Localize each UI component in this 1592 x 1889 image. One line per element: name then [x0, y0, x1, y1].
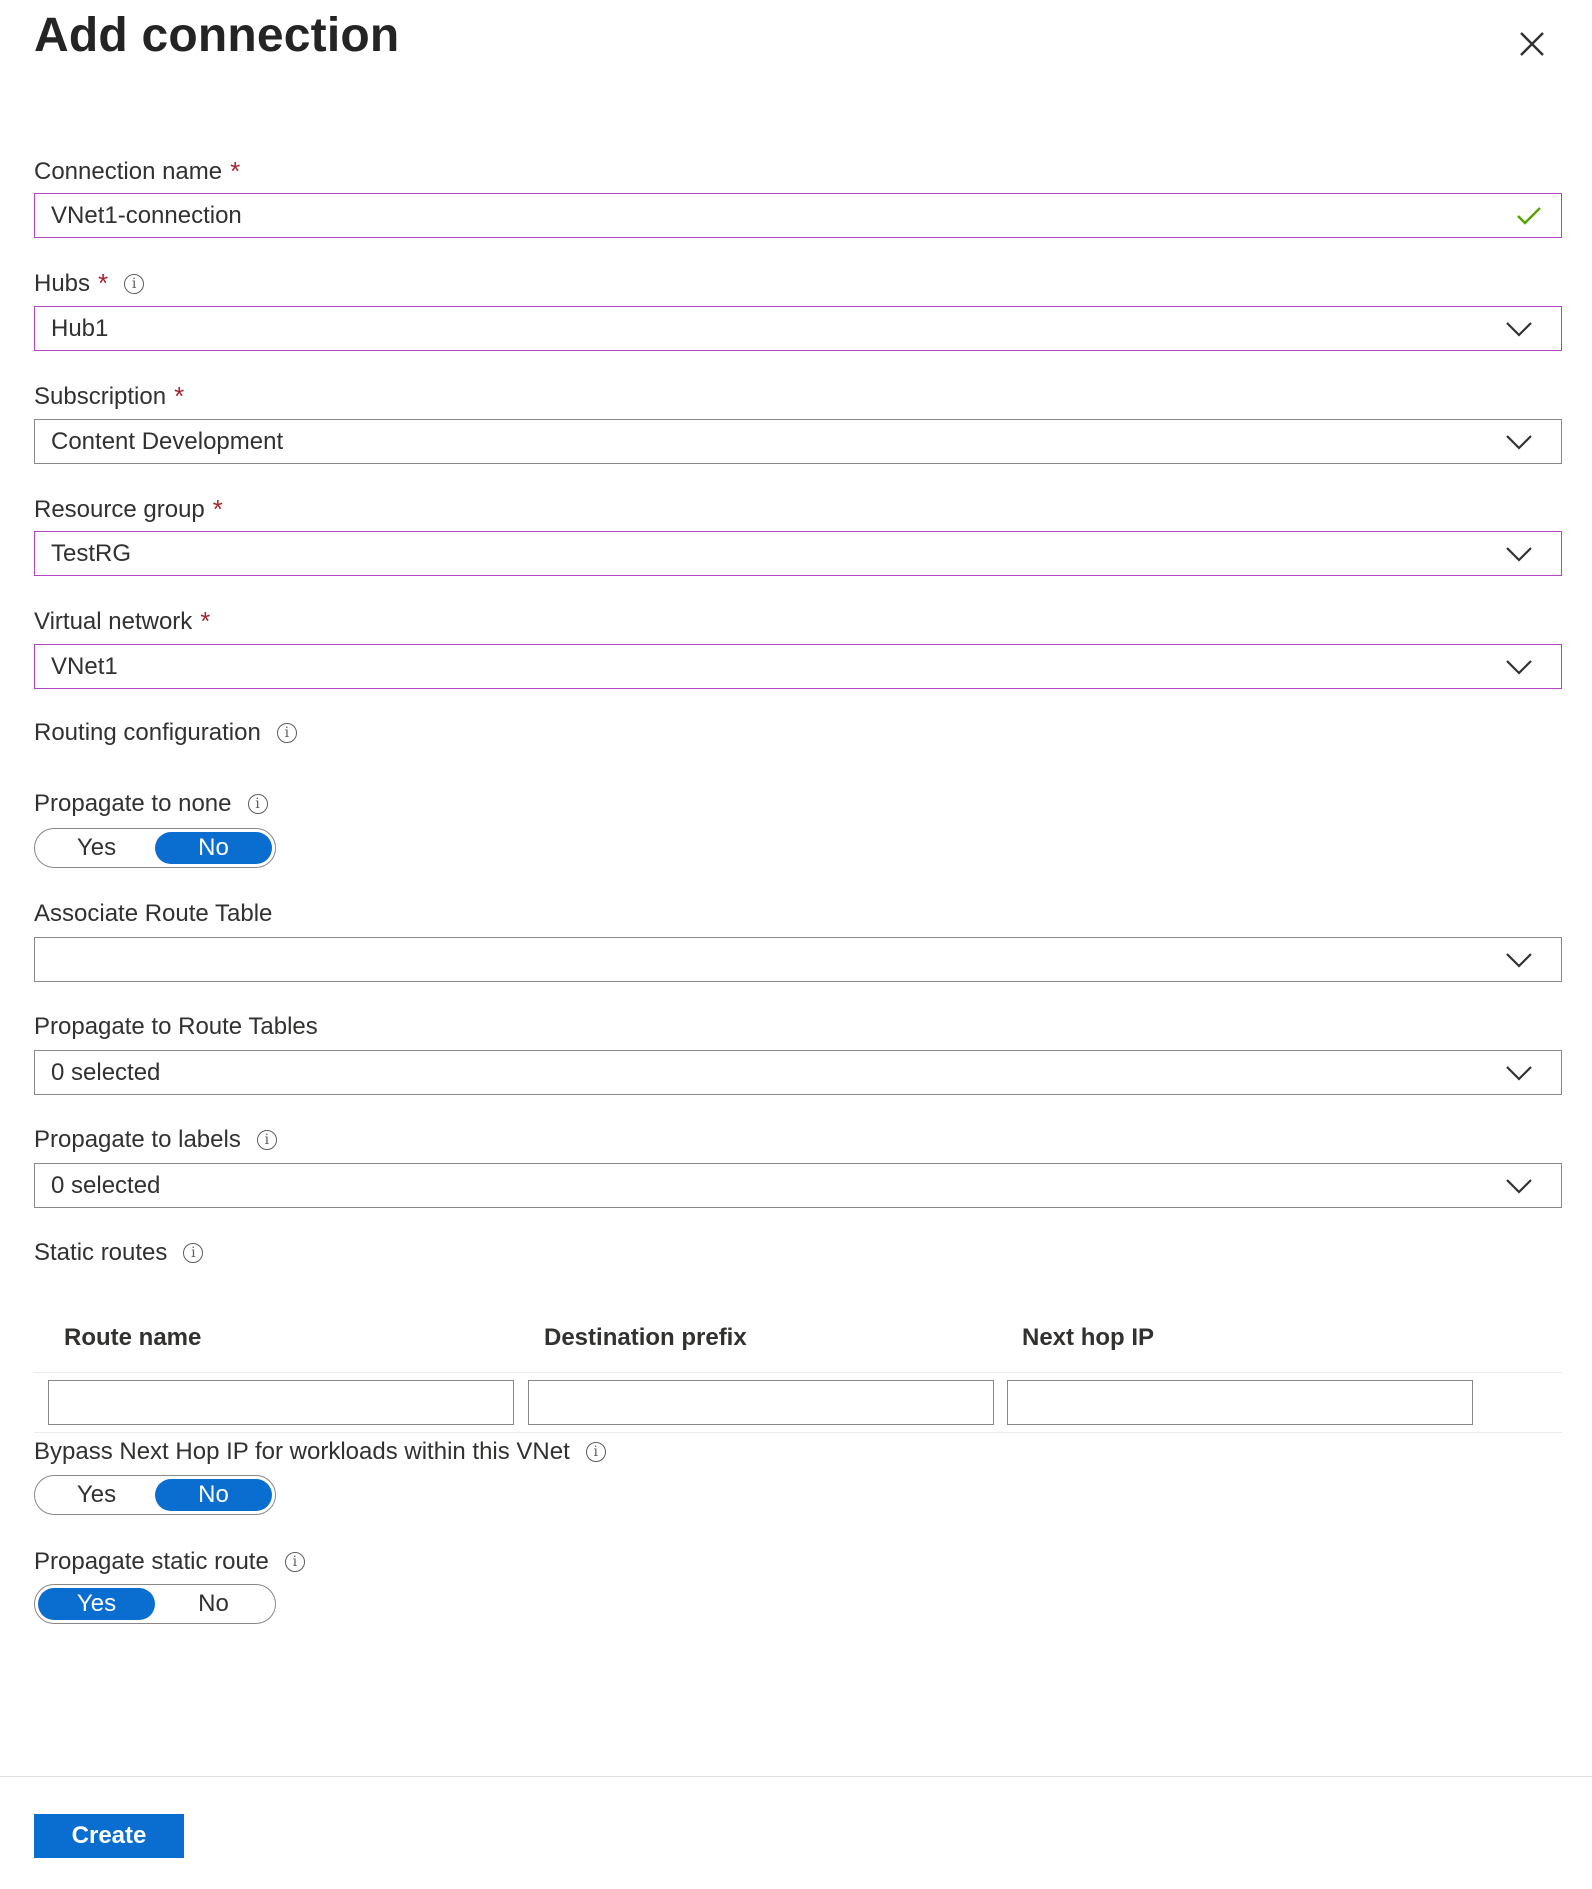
chevron-down-icon: [1505, 1178, 1533, 1194]
chevron-down-icon: [1505, 952, 1533, 968]
propagate-labels-value: 0 selected: [51, 1171, 161, 1199]
virtual-network-dropdown[interactable]: VNet1: [34, 644, 1562, 689]
table-divider: [34, 1432, 1562, 1433]
required-marker: *: [98, 268, 109, 298]
route-name-input[interactable]: [48, 1380, 514, 1425]
propagate-labels-label: Propagate to labels i: [34, 1126, 277, 1154]
chevron-down-icon: [1505, 321, 1533, 337]
resource-group-dropdown[interactable]: TestRG: [34, 531, 1562, 576]
info-icon[interactable]: i: [585, 1442, 606, 1462]
connection-name-value: VNet1-connection: [51, 201, 242, 229]
connection-name-input[interactable]: VNet1-connection: [34, 193, 1562, 238]
chevron-down-icon: [1505, 1065, 1533, 1081]
propagate-route-tables-label: Propagate to Route Tables: [34, 1013, 318, 1041]
associate-route-table-label-text: Associate Route Table: [34, 900, 273, 927]
associate-route-table-dropdown[interactable]: [34, 937, 1562, 982]
required-marker: *: [230, 156, 241, 186]
info-icon[interactable]: i: [284, 1552, 305, 1572]
bypass-next-hop-label: Bypass Next Hop IP for workloads within …: [34, 1438, 606, 1466]
bypass-yes[interactable]: Yes: [38, 1479, 155, 1511]
page-title: Add connection: [34, 9, 400, 62]
static-routes-heading: Static routes i: [34, 1239, 204, 1267]
connection-name-label: Connection name *: [34, 156, 240, 187]
propagate-static-no[interactable]: No: [155, 1588, 272, 1620]
propagate-none-no[interactable]: No: [155, 832, 272, 864]
connection-name-label-text: Connection name: [34, 157, 223, 185]
propagate-none-yes[interactable]: Yes: [38, 832, 155, 864]
propagate-none-label: Propagate to none i: [34, 790, 268, 818]
info-icon[interactable]: i: [183, 1243, 204, 1263]
propagate-static-yes[interactable]: Yes: [38, 1588, 155, 1620]
required-marker: *: [174, 381, 185, 411]
propagate-route-tables-dropdown[interactable]: 0 selected: [34, 1050, 1562, 1095]
info-icon[interactable]: i: [256, 1130, 277, 1150]
info-icon[interactable]: i: [247, 794, 268, 814]
subscription-label: Subscription *: [34, 381, 184, 412]
associate-route-table-label: Associate Route Table: [34, 900, 272, 928]
propagate-none-label-text: Propagate to none: [34, 790, 232, 817]
static-routes-text: Static routes: [34, 1239, 168, 1266]
hubs-value: Hub1: [51, 314, 109, 342]
virtual-network-label-text: Virtual network: [34, 607, 193, 635]
propagate-static-route-label-text: Propagate static route: [34, 1548, 269, 1575]
subscription-label-text: Subscription: [34, 382, 167, 410]
virtual-network-value: VNet1: [51, 652, 118, 680]
close-icon: [1520, 32, 1544, 56]
virtual-network-label: Virtual network *: [34, 606, 210, 637]
propagate-labels-dropdown[interactable]: 0 selected: [34, 1163, 1562, 1208]
chevron-down-icon: [1505, 434, 1533, 450]
subscription-dropdown[interactable]: Content Development: [34, 419, 1562, 464]
close-button[interactable]: [1512, 24, 1552, 64]
hubs-label-text: Hubs: [34, 269, 91, 297]
routing-configuration-text: Routing configuration: [34, 719, 261, 746]
subscription-value: Content Development: [51, 427, 284, 455]
resource-group-value: TestRG: [51, 539, 132, 567]
create-button[interactable]: Create: [34, 1814, 184, 1858]
propagate-static-route-label: Propagate static route i: [34, 1548, 305, 1576]
checkmark-icon: [1517, 206, 1543, 226]
destination-prefix-input[interactable]: [528, 1380, 994, 1425]
propagate-route-tables-value: 0 selected: [51, 1058, 161, 1086]
required-marker: *: [212, 494, 223, 524]
hubs-label: Hubs * i: [34, 268, 145, 299]
hubs-dropdown[interactable]: Hub1: [34, 306, 1562, 351]
required-marker: *: [200, 606, 211, 636]
bypass-next-hop-toggle[interactable]: Yes No: [34, 1475, 276, 1515]
column-header-next-hop-ip: Next hop IP: [1022, 1324, 1155, 1351]
table-divider: [34, 1372, 1562, 1373]
propagate-none-toggle[interactable]: Yes No: [34, 828, 276, 868]
propagate-route-tables-label-text: Propagate to Route Tables: [34, 1013, 318, 1040]
footer-divider: [0, 1776, 1592, 1777]
propagate-labels-label-text: Propagate to labels: [34, 1126, 241, 1153]
bypass-no[interactable]: No: [155, 1479, 272, 1511]
column-header-route-name: Route name: [64, 1324, 202, 1351]
next-hop-ip-input[interactable]: [1007, 1380, 1473, 1425]
resource-group-label: Resource group *: [34, 494, 223, 525]
chevron-down-icon: [1505, 546, 1533, 562]
propagate-static-route-toggle[interactable]: Yes No: [34, 1584, 276, 1624]
routing-configuration-heading: Routing configuration i: [34, 719, 297, 747]
bypass-next-hop-label-text: Bypass Next Hop IP for workloads within …: [34, 1438, 570, 1465]
resource-group-label-text: Resource group: [34, 495, 205, 523]
column-header-destination-prefix: Destination prefix: [544, 1324, 747, 1351]
info-icon[interactable]: i: [276, 723, 297, 743]
chevron-down-icon: [1505, 659, 1533, 675]
info-icon[interactable]: i: [124, 273, 145, 294]
